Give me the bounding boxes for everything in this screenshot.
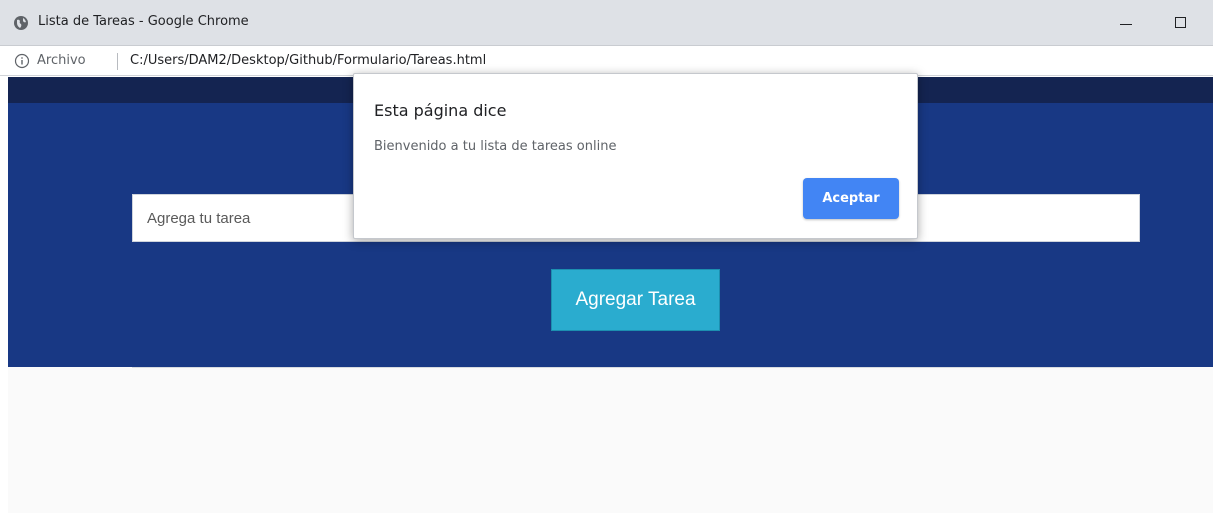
add-task-button[interactable]: Agregar Tarea [551,269,720,331]
maximize-icon [1175,17,1186,28]
dialog-title: Esta página dice [374,101,507,120]
window-title: Lista de Tareas - Google Chrome [38,14,249,29]
accept-button[interactable]: Aceptar [803,178,899,219]
globe-icon [13,15,29,31]
dialog-message: Bienvenido a tu lista de tareas online [374,139,617,154]
minimize-button[interactable] [1106,8,1146,38]
scheme-label: Archivo [37,53,86,68]
maximize-button[interactable] [1162,8,1202,38]
address-divider [117,53,118,70]
minimize-icon [1120,24,1132,25]
window-titlebar: Lista de Tareas - Google Chrome [0,0,1213,46]
alert-dialog: Esta página dice Bienvenido a tu lista d… [353,73,918,239]
address-bar[interactable]: Archivo C:/Users/DAM2/Desktop/Github/For… [0,46,1213,76]
divider [132,367,1140,368]
info-icon[interactable] [14,53,30,69]
url-text[interactable]: C:/Users/DAM2/Desktop/Github/Formulario/… [130,53,486,68]
